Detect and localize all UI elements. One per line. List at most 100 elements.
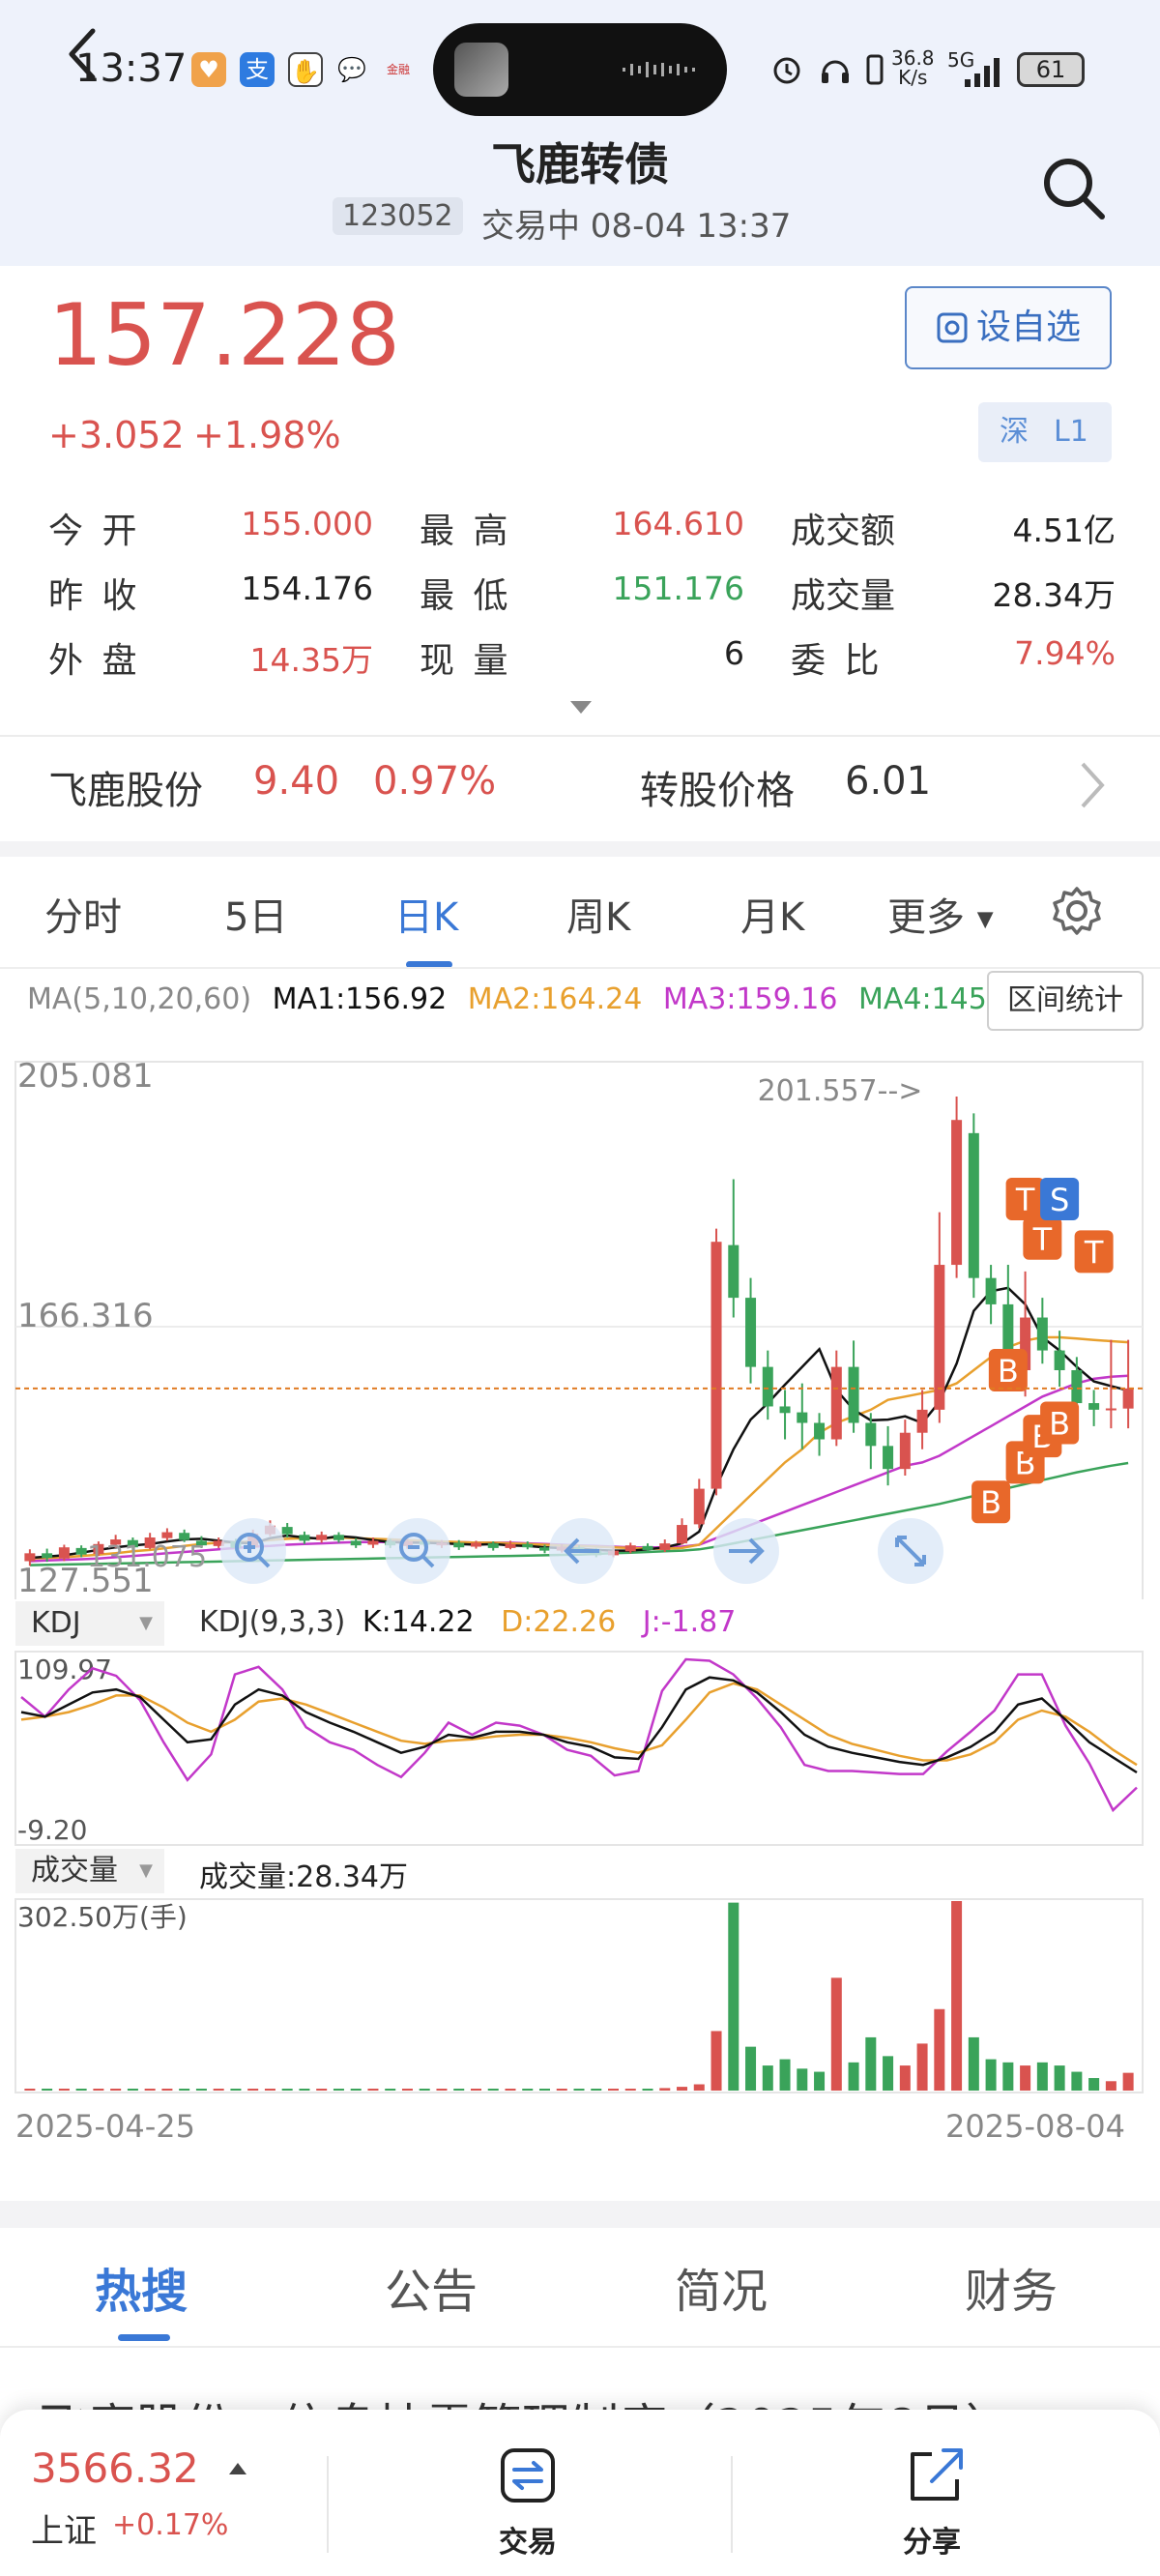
volume-bar bbox=[522, 2089, 534, 2091]
volume-chart: 302.50万(手) bbox=[14, 1898, 1144, 2093]
tab-announcements[interactable]: 公告 bbox=[385, 2253, 478, 2321]
candle-body bbox=[883, 1446, 894, 1470]
trade-marker-sell: S bbox=[1040, 1177, 1080, 1220]
tab-weekly-k[interactable]: 周K bbox=[566, 886, 630, 942]
volume-bar bbox=[299, 2089, 310, 2091]
price-change-percent: +1.98% bbox=[193, 414, 341, 456]
network-speed: 36.8 K/s bbox=[891, 48, 935, 87]
fullscreen-button[interactable] bbox=[878, 1518, 943, 1584]
expand-down-icon[interactable] bbox=[568, 698, 594, 716]
volume-bar bbox=[127, 2089, 138, 2091]
candle-body bbox=[745, 1298, 757, 1367]
tab-hot-search[interactable]: 热搜 bbox=[95, 2253, 188, 2321]
trade-marker-label: T bbox=[1015, 1182, 1035, 1218]
divider bbox=[731, 2456, 733, 2553]
trade-marker-label: B bbox=[1049, 1405, 1070, 1442]
candle-body bbox=[830, 1366, 842, 1440]
trade-marker-t: T bbox=[1005, 1177, 1045, 1220]
add-watchlist-button[interactable]: 设自选 bbox=[905, 286, 1112, 369]
dropdown-caret-icon: ▼ bbox=[976, 907, 994, 932]
tab-financials[interactable]: 财务 bbox=[965, 2253, 1058, 2321]
conversion-price-label: 转股价格 bbox=[640, 769, 795, 813]
volume-info: 成交量:28.34万 bbox=[199, 1860, 408, 1894]
tab-more[interactable]: 更多 ▼ bbox=[887, 886, 994, 942]
headphones-icon bbox=[822, 60, 849, 83]
candle-body bbox=[797, 1412, 808, 1423]
tab-5day[interactable]: 5日 bbox=[224, 886, 287, 942]
audio-wave-icon bbox=[623, 62, 695, 77]
volume-bar bbox=[1020, 2065, 1031, 2091]
kdj-axis-bottom: -9.20 bbox=[17, 1814, 87, 1846]
quote-label-outer-volume: 外 盘 bbox=[48, 641, 141, 681]
trade-label: 交易 bbox=[499, 2526, 557, 2560]
quote-value-low: 151.176 bbox=[612, 570, 744, 607]
index-change-percent: +0.17% bbox=[112, 2508, 229, 2542]
tab-intraday[interactable]: 分时 bbox=[44, 886, 122, 942]
zoom-out-button[interactable] bbox=[385, 1518, 450, 1584]
index-up-arrow-icon bbox=[229, 2463, 246, 2474]
candlestick-chart[interactable]: 205.081 166.316 127.551 BBBBTTTSB 201.55… bbox=[0, 1054, 1160, 1599]
back-arrow-icon[interactable] bbox=[60, 25, 106, 83]
volume-bar bbox=[1036, 2062, 1048, 2091]
candle-body bbox=[642, 1545, 653, 1550]
price-change: +3.052 bbox=[48, 414, 185, 456]
candle-body bbox=[487, 1543, 499, 1548]
candle-body bbox=[1105, 1408, 1116, 1411]
trade-marker-buy: B bbox=[988, 1349, 1028, 1392]
candle-body bbox=[333, 1535, 344, 1540]
zoom-in-button[interactable] bbox=[220, 1518, 286, 1584]
quote-label-order-ratio: 委 比 bbox=[791, 641, 884, 681]
ma-params: MA(5,10,20,60) bbox=[27, 982, 252, 1016]
ma2-value: MA2:164.24 bbox=[467, 982, 643, 1016]
current-price: 157.228 bbox=[48, 285, 400, 385]
network-speed-value: 36.8 bbox=[891, 46, 935, 70]
candle-body bbox=[677, 1525, 688, 1544]
x-axis-end: 2025-08-04 bbox=[945, 2108, 1125, 2145]
alarm-icon bbox=[773, 57, 800, 84]
volume-bar bbox=[1054, 2065, 1065, 2091]
candle-body bbox=[24, 1553, 36, 1562]
quote-label-current-volume: 现 量 bbox=[420, 641, 512, 681]
volume-bar bbox=[453, 2089, 465, 2091]
volume-bar bbox=[1088, 2078, 1100, 2091]
candle-body bbox=[299, 1535, 310, 1541]
range-stats-button[interactable]: 区间统计 bbox=[987, 971, 1144, 1031]
candle-body bbox=[1122, 1388, 1134, 1409]
tab-overview[interactable]: 简况 bbox=[675, 2253, 768, 2321]
chevron-right-icon[interactable] bbox=[1073, 756, 1112, 814]
dropdown-caret-icon: ▼ bbox=[139, 1860, 153, 1881]
volume-bar bbox=[58, 2089, 70, 2091]
share-label: 分享 bbox=[903, 2526, 961, 2560]
candle-body bbox=[470, 1542, 481, 1547]
max-price-annotation: 201.557--> bbox=[758, 1074, 923, 1108]
candle-body bbox=[951, 1120, 963, 1266]
hand-icon: ✋ bbox=[288, 52, 323, 87]
candle-body bbox=[179, 1533, 190, 1540]
trade-marker-label: B bbox=[980, 1484, 1001, 1521]
pan-left-button[interactable] bbox=[549, 1518, 615, 1584]
volume-bar bbox=[779, 2059, 791, 2091]
candle-body bbox=[659, 1543, 671, 1550]
kdj-selector-label: KDJ bbox=[31, 1606, 81, 1640]
quote-value-outer-volume: 14.35万 bbox=[249, 641, 373, 679]
volume-bar bbox=[144, 2089, 156, 2091]
battery-indicator: 61 bbox=[1017, 52, 1085, 87]
settings-gear-icon[interactable] bbox=[1052, 886, 1102, 936]
kdj-d: D:22.26 bbox=[501, 1605, 617, 1639]
search-icon[interactable] bbox=[1038, 153, 1108, 222]
volume-bar bbox=[865, 2036, 877, 2091]
kdj-indicator-selector[interactable]: KDJ ▼ bbox=[15, 1601, 164, 1646]
quote-label-amount: 成交额 bbox=[791, 512, 896, 551]
tab-daily-k[interactable]: 日K bbox=[394, 886, 458, 942]
alipay-icon: 支 bbox=[240, 52, 275, 87]
tab-monthly-k[interactable]: 月K bbox=[740, 886, 804, 942]
volume-bar bbox=[401, 2089, 413, 2091]
share-button[interactable]: 分享 bbox=[874, 2427, 990, 2572]
volume-indicator-selector[interactable]: 成交量 ▼ bbox=[15, 1849, 164, 1893]
pan-right-button[interactable] bbox=[713, 1518, 779, 1584]
kdj-k: K:14.22 bbox=[362, 1605, 475, 1639]
trade-button[interactable]: 交易 bbox=[470, 2427, 586, 2572]
candle-body bbox=[75, 1547, 87, 1555]
index-value: 3566.32 bbox=[31, 2444, 199, 2492]
trade-marker-buy: B bbox=[1040, 1401, 1080, 1445]
